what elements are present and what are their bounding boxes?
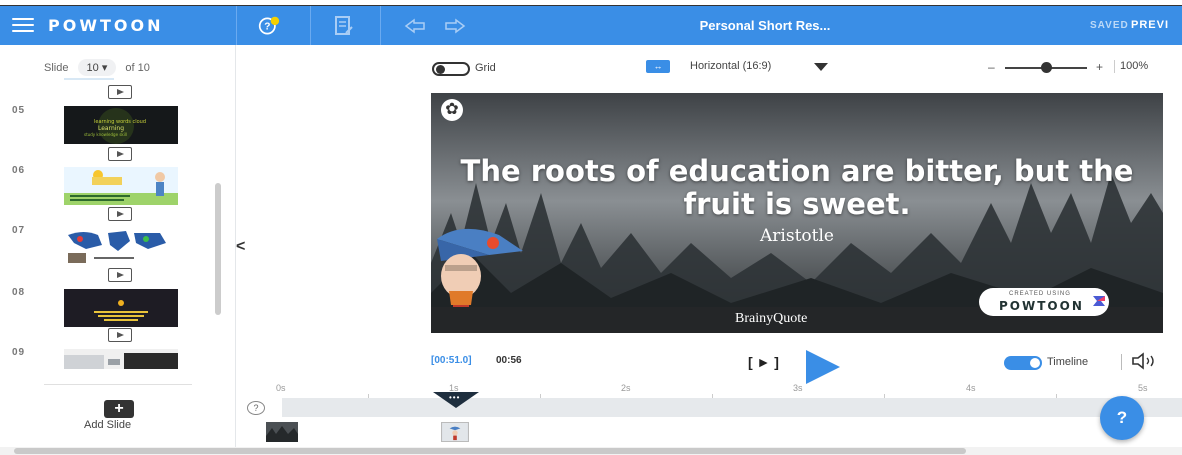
partial-thumbnail: [64, 78, 114, 80]
saved-status: SAVED: [1090, 20, 1129, 31]
redo-icon[interactable]: [442, 18, 466, 34]
zoom-out-button[interactable]: –: [988, 60, 995, 74]
sound-icon[interactable]: [1130, 352, 1160, 370]
badge-logo-text: POWTOON: [999, 299, 1084, 313]
svg-text:Learning: Learning: [98, 125, 124, 132]
brainyquote-logo: BrainyQuote: [735, 311, 808, 326]
playhead-grip-icon: •••: [449, 393, 461, 402]
timeline-background-element[interactable]: [266, 422, 298, 442]
control-divider: [1121, 354, 1122, 370]
orientation-arrows-icon[interactable]: ↔: [646, 60, 670, 73]
slide-thumbnail-08[interactable]: [64, 289, 178, 327]
play-icon[interactable]: [806, 350, 840, 384]
settings-gear-icon[interactable]: ✿: [441, 99, 463, 121]
timeline-label: Timeline: [1047, 356, 1089, 368]
top-bar: POWTOON ? Personal Short Res... SAVED PR…: [0, 6, 1182, 45]
grid-toggle[interactable]: [432, 62, 470, 76]
notes-icon[interactable]: [334, 15, 354, 37]
badge-created-text: CREATED USING: [1009, 291, 1071, 297]
chevron-down-icon[interactable]: [814, 63, 828, 71]
timeline-tick-label: 4s: [966, 383, 976, 393]
help-icon[interactable]: ?: [258, 15, 280, 37]
zoom-level: 100%: [1120, 60, 1149, 72]
transition-icon[interactable]: [108, 207, 132, 221]
slide-number-label: 06: [12, 165, 26, 176]
horizontal-scrollbar-thumb[interactable]: [14, 448, 966, 454]
timeline-tick-label: 5s: [1138, 383, 1148, 393]
add-slide-button[interactable]: Add Slide: [84, 419, 131, 431]
timeline-tick-label: 0s: [276, 383, 286, 393]
slide-number-label: 05: [12, 105, 26, 116]
timeline-character-element[interactable]: [441, 422, 469, 442]
zoom-in-button[interactable]: +: [1096, 60, 1103, 74]
add-slide-icon[interactable]: +: [104, 400, 134, 418]
slide-thumbnail-07[interactable]: [64, 227, 178, 265]
quote-text[interactable]: The roots of education are bitter, but t…: [431, 155, 1163, 221]
slide-total: of 10: [125, 62, 150, 74]
zoom-divider: [1114, 60, 1115, 73]
slide-number-dropdown[interactable]: 10 ▾: [77, 59, 117, 76]
timeline-toggle[interactable]: [1004, 356, 1042, 370]
sidebar-scrollbar[interactable]: [215, 183, 221, 315]
slide-number-label: 07: [12, 225, 26, 236]
help-fab-button[interactable]: ?: [1100, 396, 1144, 440]
slide-thumbnail-09[interactable]: [64, 349, 178, 369]
document-title[interactable]: Personal Short Res...: [640, 18, 890, 33]
total-time: 00:56: [496, 355, 522, 366]
timeline-tick-label: 2s: [621, 383, 631, 393]
transition-icon[interactable]: [108, 85, 132, 99]
slide-selector: Slide 10 ▾ of 10: [44, 59, 150, 76]
toolbar-divider: [380, 6, 381, 45]
undo-icon[interactable]: [404, 18, 428, 34]
grid-label: Grid: [475, 62, 496, 74]
slide-thumbnail-06[interactable]: [64, 167, 178, 205]
zoom-slider-handle[interactable]: [1040, 62, 1052, 73]
slide-thumbnail-05[interactable]: learning words cloud Learning study know…: [64, 106, 178, 144]
sidebar-divider: [44, 384, 192, 385]
toolbar-divider: [236, 6, 237, 45]
svg-text:study knowledge skill: study knowledge skill: [84, 132, 127, 137]
preview-button[interactable]: PREVI: [1131, 19, 1169, 31]
transition-icon[interactable]: [108, 147, 132, 161]
svg-text:?: ?: [264, 21, 270, 32]
slides-sidebar: Slide 10 ▾ of 10 05 learning words cloud…: [0, 45, 236, 447]
powtoon-mark-icon: [1093, 296, 1105, 306]
slide-prefix: Slide: [44, 62, 69, 74]
transition-icon[interactable]: [108, 328, 132, 342]
app-logo[interactable]: POWTOON: [48, 16, 163, 35]
slide-number-label: 08: [12, 287, 26, 298]
timeline-track[interactable]: [282, 398, 1182, 417]
transition-icon[interactable]: [108, 268, 132, 282]
hamburger-menu-icon[interactable]: [12, 18, 34, 33]
slide-number-label: 09: [12, 347, 26, 358]
current-time: [00:51.0]: [431, 355, 472, 366]
toolbar-divider: [310, 6, 311, 45]
timeline-help-icon[interactable]: ?: [247, 401, 265, 415]
current-slide-number: 10: [86, 62, 99, 74]
collapse-sidebar-chevron-icon[interactable]: <: [236, 238, 245, 256]
orientation-dropdown[interactable]: Horizontal (16:9): [690, 60, 771, 72]
quote-author[interactable]: Aristotle: [431, 226, 1163, 246]
play-step-button[interactable]: [ ► ]: [748, 354, 779, 370]
slide-canvas[interactable]: ✿ The roots of education are bitter, but…: [431, 93, 1163, 333]
timeline-tick-label: 3s: [793, 383, 803, 393]
